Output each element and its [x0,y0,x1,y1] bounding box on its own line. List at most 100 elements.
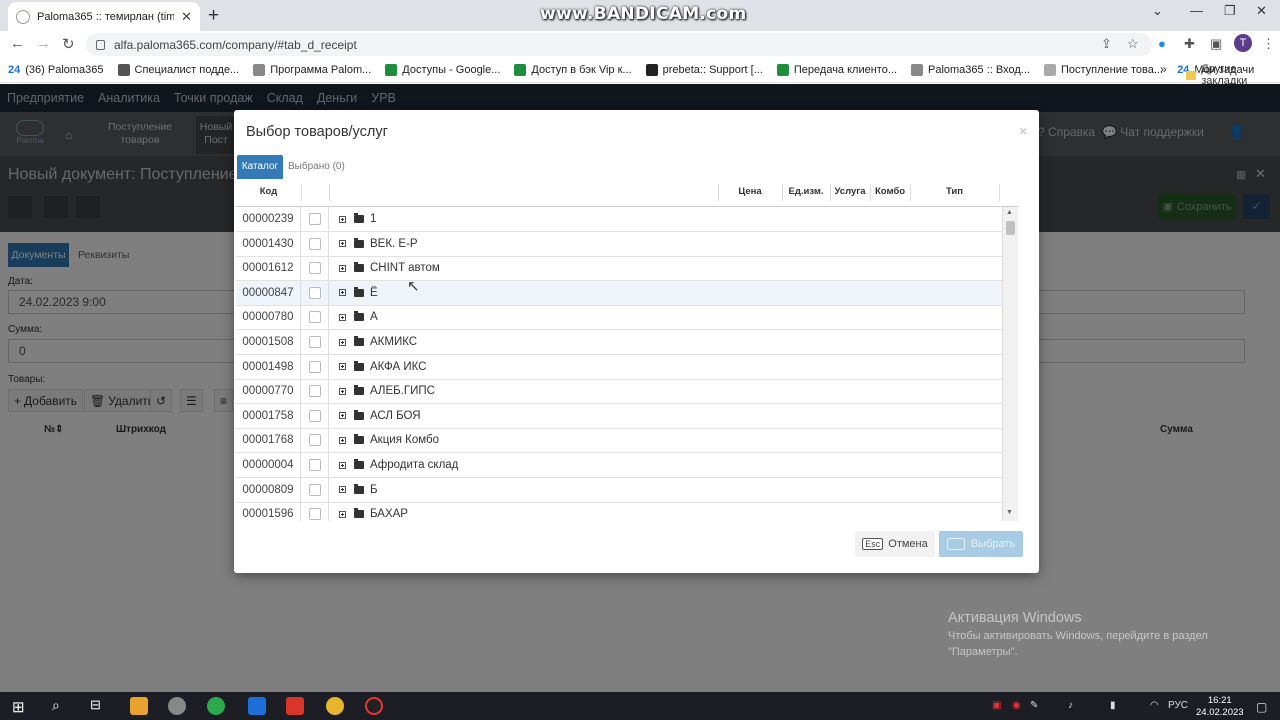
expand-icon[interactable] [339,412,346,420]
back-button[interactable]: ← [10,35,25,52]
column-type[interactable]: Тип [910,181,999,207]
side-panel-icon[interactable]: ▣ [1210,36,1222,52]
profile-avatar[interactable]: T [1234,34,1252,52]
bookmark-item[interactable]: prebeta:: Support [... [645,64,763,76]
scroll-up-icon[interactable]: ▲ [1006,209,1013,216]
dialog-close-icon[interactable]: × [1019,123,1027,139]
row-checkbox[interactable] [309,385,321,398]
column-unit[interactable]: Ед.изм. [782,181,830,207]
file-explorer-icon[interactable] [130,697,148,715]
bookmark-item[interactable]: Доступ в бэк Vip к... [514,64,632,76]
browser-tab[interactable]: Paloma365 :: темирлан (timanus ✕ [8,2,200,31]
windows-start-icon[interactable]: ⊞ [12,698,25,716]
row-checkbox[interactable] [309,508,321,521]
column-code[interactable]: Код [236,181,301,207]
tray-record-icon[interactable]: ▣ [992,700,1001,711]
tab-selected[interactable]: Выбрано (0) [288,161,345,172]
table-row[interactable]: 00000239 1 [236,207,1003,232]
expand-icon[interactable] [339,313,346,321]
close-tab-icon[interactable]: ✕ [181,9,192,25]
bookmark-item[interactable]: Специалист подде... [117,64,239,76]
table-row[interactable]: 00001508 АКМИКС [236,330,1003,355]
extensions-puzzle-icon[interactable]: ✚ [1184,36,1195,52]
tray-network-icon[interactable]: ◠ [1150,700,1159,711]
column-combo[interactable]: Комбо [870,181,910,207]
tray-mic-icon[interactable]: ▮ [1110,700,1116,711]
table-row[interactable]: 00000770 АЛЕБ.ГИПС [236,379,1003,405]
app-icon[interactable] [168,697,186,715]
column-price[interactable]: Цена [718,181,782,207]
grid-scrollbar[interactable]: ▲ ▼ [1003,207,1018,521]
scroll-down-icon[interactable]: ▼ [1006,509,1013,516]
close-window-button[interactable]: ✕ [1256,3,1267,19]
menu-dots-icon[interactable]: ⋮ [1262,36,1275,52]
expand-icon[interactable] [339,436,346,444]
task-view-icon[interactable]: ⊟ [90,697,101,713]
expand-icon[interactable] [339,486,346,494]
whatsapp-icon[interactable] [207,697,225,715]
forward-button[interactable]: → [36,35,51,52]
bookmark-item[interactable]: Передача клиенто... [776,64,897,76]
row-checkbox[interactable] [309,311,321,324]
minimize-button[interactable]: — [1190,3,1203,18]
restore-button[interactable]: ❐ [1224,3,1236,19]
bookmark-item[interactable]: Программа Palom... [253,64,371,76]
search-icon[interactable]: ⌕ [52,697,60,714]
row-checkbox[interactable] [309,459,321,471]
expand-icon[interactable] [339,363,346,371]
scroll-thumb[interactable] [1006,221,1015,235]
table-row[interactable]: 00000847 Ё [236,280,1003,306]
row-checkbox[interactable] [309,360,321,373]
table-row[interactable]: 00001596 БАХАР [236,502,1003,521]
row-checkbox[interactable] [309,237,321,250]
table-row[interactable]: 00000780 А [236,305,1003,331]
column-service[interactable]: Услуга [830,181,870,207]
row-checkbox[interactable] [309,336,321,348]
keyboard-language[interactable]: РУС [1168,700,1188,711]
expand-icon[interactable] [339,387,346,395]
cancel-button[interactable]: Esc Отмена [855,531,935,557]
chevron-down-icon[interactable]: ⌄ [1152,3,1163,19]
bookmark-item[interactable]: 24 (36) Paloma365 [8,64,104,76]
row-checkbox[interactable] [309,483,321,496]
expand-icon[interactable] [339,461,346,469]
anydesk-icon[interactable] [286,697,304,715]
row-checkbox[interactable] [309,286,321,299]
table-row[interactable]: 00001430 ВЕК. Е-Р [236,231,1003,257]
tray-bandicam-icon[interactable]: ◉ [1012,700,1021,711]
table-row[interactable]: 00001498 АКФА ИКС [236,354,1003,380]
share-icon[interactable]: ⇪ [1101,36,1112,52]
bookmark-item[interactable]: Поступление това... [1043,64,1163,76]
expand-icon[interactable] [339,264,346,272]
row-checkbox[interactable] [309,213,321,225]
row-checkbox[interactable] [309,262,321,275]
expand-icon[interactable] [339,215,346,223]
bookmark-item[interactable]: Paloma365 :: Вход... [911,64,1030,76]
notifications-icon[interactable]: ▢ [1256,700,1267,714]
table-row[interactable]: 00001768 Акция Комбо [236,428,1003,454]
address-bar[interactable]: alfa.paloma365.com/company/#tab_d_receip… [86,33,1152,56]
row-checkbox[interactable] [309,434,321,447]
reload-button[interactable]: ↻ [62,35,75,53]
bookmark-item[interactable]: Доступы - Google... [385,64,500,76]
new-tab-button[interactable]: + [208,5,219,27]
table-row[interactable]: 00001758 АСЛ БОЯ [236,403,1003,429]
select-button[interactable]: Выбрать [939,531,1023,557]
expand-icon[interactable] [339,338,346,346]
chrome-icon[interactable] [326,697,344,715]
expand-icon[interactable] [339,510,346,518]
tab-catalog[interactable]: Каталог [237,155,283,179]
bandicam-icon[interactable] [365,697,383,715]
tray-speaker-icon[interactable]: ♪ [1068,700,1073,711]
tray-pen-icon[interactable]: ✎ [1030,700,1038,711]
row-checkbox[interactable] [309,409,321,422]
expand-icon[interactable] [339,289,346,297]
teamviewer-icon[interactable] [248,697,266,715]
extension-skype-icon[interactable]: ● [1158,36,1166,51]
bookmarks-overflow-button[interactable]: » [1160,62,1167,76]
table-row[interactable]: 00000809 Б [236,477,1003,503]
table-row[interactable]: 00001612 CHINT автом [236,256,1003,282]
taskbar-clock[interactable]: 16:21 24.02.2023 [1196,695,1244,719]
expand-icon[interactable] [339,240,346,248]
bookmark-star-icon[interactable]: ☆ [1127,36,1139,52]
